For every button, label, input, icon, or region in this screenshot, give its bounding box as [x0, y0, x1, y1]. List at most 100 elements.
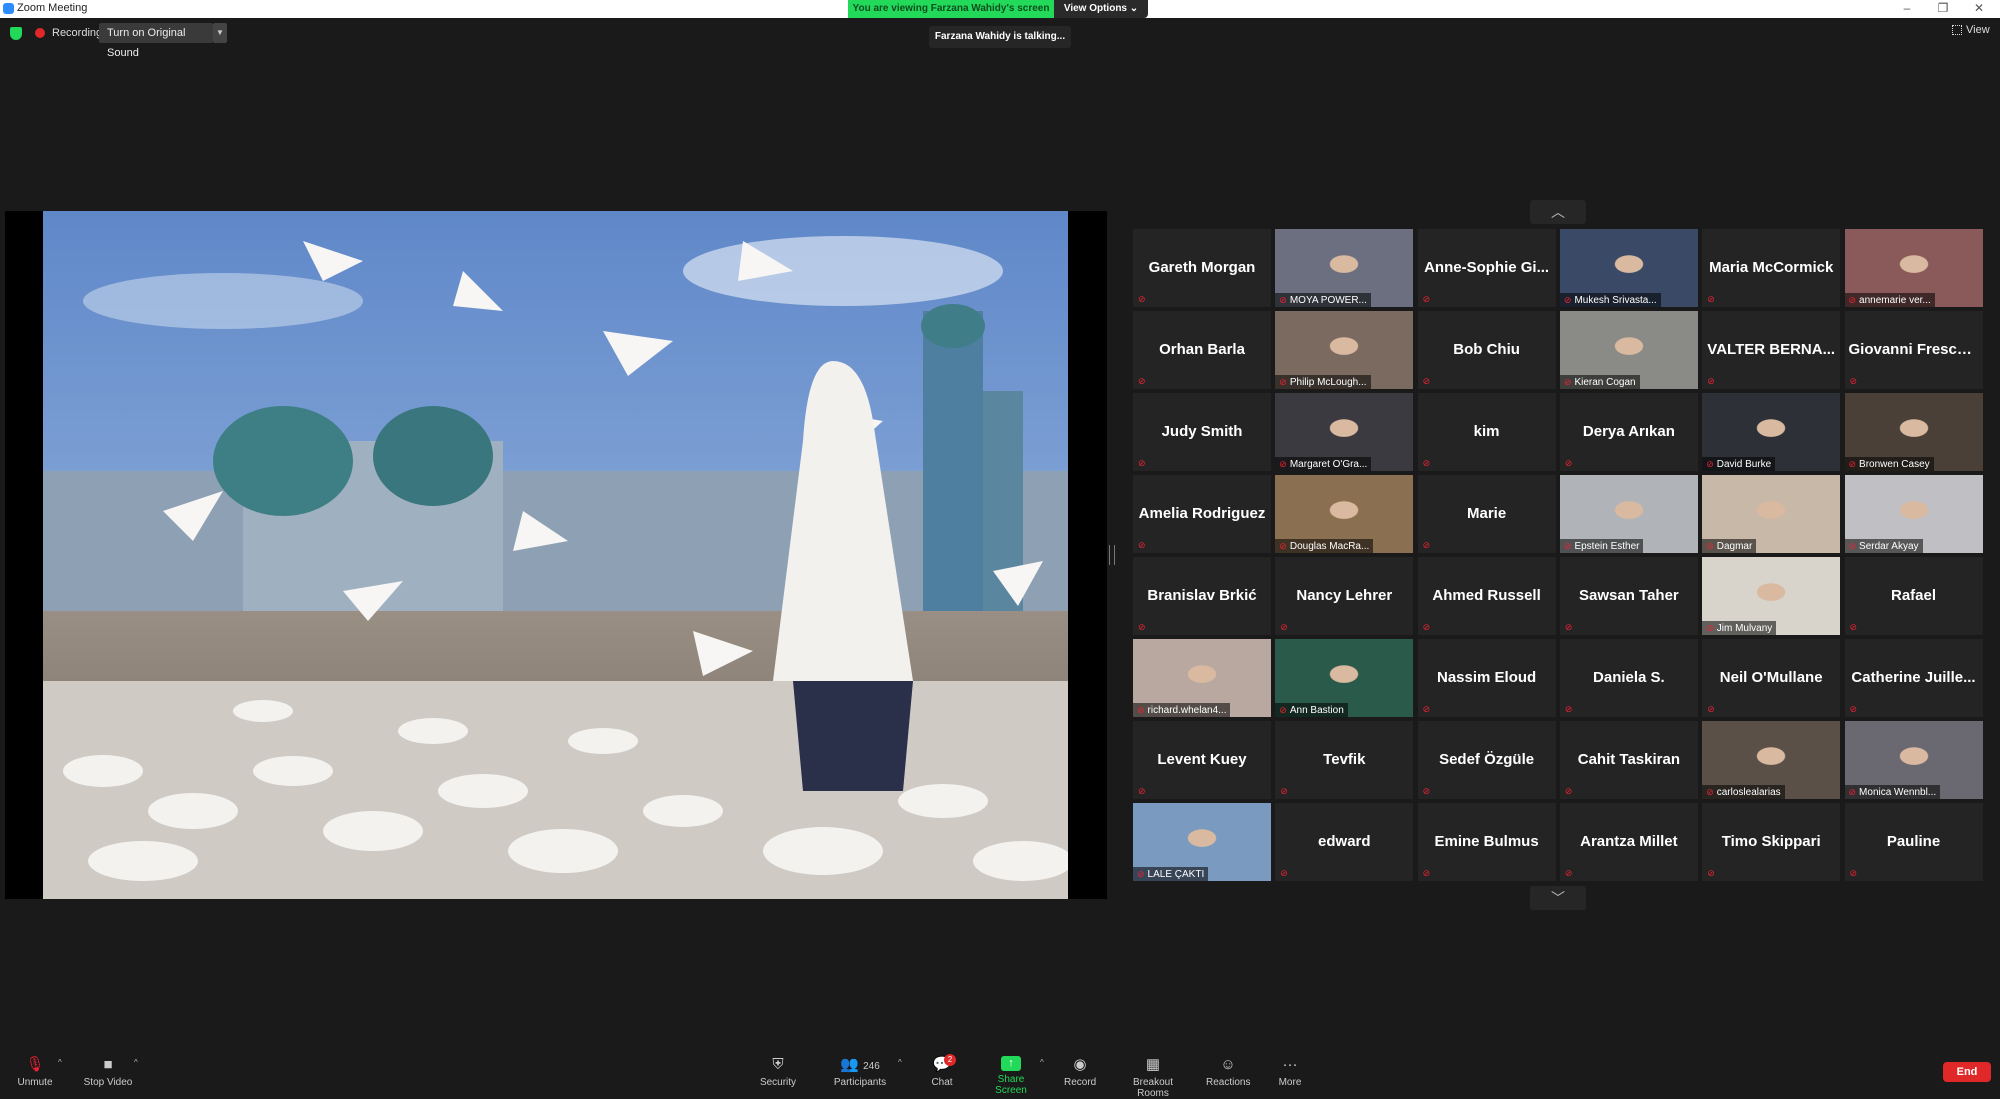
- muted-mic-icon: ⊘: [1280, 622, 1288, 632]
- muted-mic-icon: ⊘: [1706, 459, 1714, 469]
- participants-options-caret[interactable]: ^: [898, 1058, 902, 1067]
- more-button[interactable]: ··· More: [1274, 1056, 1306, 1088]
- participant-tile[interactable]: Catherine Juille... ⊘: [1844, 639, 1983, 717]
- muted-mic-icon: ⊘: [1279, 541, 1287, 551]
- end-meeting-button[interactable]: End: [1943, 1062, 1991, 1082]
- participant-tile[interactable]: Nancy Lehrer ⊘: [1275, 557, 1414, 635]
- participant-tile[interactable]: ⊘ Dagmar: [1702, 475, 1841, 553]
- encryption-shield-icon[interactable]: [10, 27, 22, 40]
- minimize-icon[interactable]: –: [1890, 0, 1924, 18]
- close-icon[interactable]: ✕: [1962, 0, 1996, 18]
- participant-tile[interactable]: ⊘ Monica Wennbl...: [1844, 721, 1983, 799]
- participant-name: Pauline: [1886, 833, 1941, 850]
- original-sound-dropdown-caret[interactable]: ▼: [213, 23, 227, 43]
- participant-tile[interactable]: Levent Kuey ⊘: [1133, 721, 1271, 799]
- participant-tile[interactable]: ⊘ MOYA POWER...: [1275, 229, 1414, 307]
- participant-tile[interactable]: Gareth Morgan ⊘: [1133, 229, 1271, 307]
- muted-mic-icon: ⊘: [1564, 622, 1573, 632]
- participant-tile[interactable]: ⊘ Mukesh Srivasta...: [1559, 229, 1698, 307]
- participant-tile[interactable]: Tevfik ⊘: [1275, 721, 1414, 799]
- participant-tile[interactable]: Nassim Eloud ⊘: [1417, 639, 1556, 717]
- participant-tile[interactable]: Orhan Barla ⊘: [1133, 311, 1271, 389]
- participants-button[interactable]: 👥 246 Participants ^: [832, 1056, 902, 1088]
- participant-name: Dagmar: [1716, 541, 1753, 552]
- participant-tile[interactable]: Pauline ⊘: [1844, 803, 1983, 881]
- participant-name: MOYA POWER...: [1289, 295, 1367, 306]
- participant-tile[interactable]: Neil O'Mullane ⊘: [1702, 639, 1841, 717]
- participant-tile[interactable]: ⊘ Serdar Akyay: [1844, 475, 1983, 553]
- view-button[interactable]: View: [1952, 24, 1990, 36]
- participant-tile[interactable]: Maria McCormick ⊘: [1702, 229, 1841, 307]
- participant-tile[interactable]: ⊘ carloslealarias: [1702, 721, 1841, 799]
- participant-tile[interactable]: Anne-Sophie Gi... ⊘: [1417, 229, 1556, 307]
- participant-tile[interactable]: Sawsan Taher ⊘: [1559, 557, 1698, 635]
- muted-mic-icon: ⊘: [1422, 540, 1431, 550]
- participant-name: LALE ÇAKTI: [1147, 869, 1205, 880]
- participant-tile[interactable]: Giovanni Frescura ⊘: [1844, 311, 1983, 389]
- chat-button[interactable]: 💬 2 Chat: [926, 1054, 958, 1088]
- share-screen-button[interactable]: ↑ Share Screen ^: [982, 1056, 1044, 1096]
- record-button[interactable]: ◉ Record: [1064, 1056, 1096, 1088]
- video-options-caret[interactable]: ^: [134, 1058, 138, 1067]
- muted-mic-icon: ⊘: [1279, 459, 1287, 469]
- participant-tile[interactable]: ⊘ Bronwen Casey: [1844, 393, 1983, 471]
- participant-tile[interactable]: kim ⊘: [1417, 393, 1556, 471]
- participant-tile[interactable]: ⊘ Ann Bastion: [1275, 639, 1414, 717]
- participant-tile[interactable]: ⊘ Epstein Esther: [1559, 475, 1698, 553]
- participant-tile[interactable]: ⊘ LALE ÇAKTI: [1133, 803, 1271, 881]
- participant-tile[interactable]: ⊘ Philip McLough...: [1275, 311, 1414, 389]
- chat-unread-badge: 2: [944, 1054, 956, 1066]
- shared-screen-area[interactable]: [5, 211, 1107, 899]
- participant-tile[interactable]: ⊘ David Burke: [1702, 393, 1841, 471]
- participant-tile[interactable]: Daniela S. ⊘: [1559, 639, 1698, 717]
- security-button[interactable]: ⛨ Security: [754, 1056, 802, 1088]
- audio-options-caret[interactable]: ^: [58, 1058, 62, 1067]
- participant-name-label: ⊘ annemarie ver...: [1844, 293, 1935, 307]
- participant-name-label: ⊘ carloslealarias: [1702, 785, 1785, 799]
- original-sound-button[interactable]: Turn on Original Sound: [99, 23, 213, 59]
- participant-name: Bob Chiu: [1453, 341, 1520, 358]
- gallery-page-up-button[interactable]: ︿: [1530, 200, 1586, 224]
- stop-video-button[interactable]: ■ Stop Video ^: [82, 1056, 138, 1088]
- participant-tile[interactable]: Judy Smith ⊘: [1133, 393, 1271, 471]
- participant-tile[interactable]: Arantza Millet ⊘: [1559, 803, 1698, 881]
- participant-tile[interactable]: Branislav Brkić ⊘: [1133, 557, 1271, 635]
- participant-name: Neil O'Mullane: [1719, 669, 1823, 686]
- participant-name: Judy Smith: [1161, 423, 1243, 440]
- muted-mic-icon: ⊘: [1564, 868, 1573, 878]
- participant-tile[interactable]: ⊘ annemarie ver...: [1844, 229, 1983, 307]
- participant-tile[interactable]: Emine Bulmus ⊘: [1417, 803, 1556, 881]
- participant-tile[interactable]: ⊘ Margaret O'Gra...: [1275, 393, 1414, 471]
- participant-tile[interactable]: Bob Chiu ⊘: [1417, 311, 1556, 389]
- muted-mic-icon: ⊘: [1422, 786, 1431, 796]
- participant-tile[interactable]: ⊘ Kieran Cogan: [1559, 311, 1698, 389]
- recording-label: Recording: [52, 27, 103, 39]
- participant-tile[interactable]: Ahmed Russell ⊘: [1417, 557, 1556, 635]
- unmute-button[interactable]: 🎙 Unmute ^: [12, 1056, 61, 1088]
- muted-mic-icon: ⊘: [1138, 376, 1146, 386]
- participant-name-label: ⊘ Douglas MacRa...: [1275, 539, 1374, 553]
- muted-mic-icon: ⊘: [1279, 377, 1287, 387]
- participant-tile[interactable]: Timo Skippari ⊘: [1702, 803, 1841, 881]
- participant-tile[interactable]: edward ⊘: [1275, 803, 1414, 881]
- participant-tile[interactable]: Amelia Rodriguez ⊘: [1133, 475, 1271, 553]
- participant-tile[interactable]: Sedef Özgüle ⊘: [1417, 721, 1556, 799]
- restore-icon[interactable]: ❐: [1926, 0, 1960, 18]
- participant-tile[interactable]: ⊘ Jim Mulvany: [1702, 557, 1841, 635]
- share-options-caret[interactable]: ^: [1040, 1058, 1044, 1067]
- participant-tile[interactable]: Marie ⊘: [1417, 475, 1556, 553]
- participant-tile[interactable]: ⊘ Douglas MacRa...: [1275, 475, 1414, 553]
- muted-mic-icon: ⊘: [1279, 295, 1287, 305]
- gallery-page-down-button[interactable]: ﹀: [1530, 886, 1586, 910]
- participant-tile[interactable]: Derya Arıkan ⊘: [1559, 393, 1698, 471]
- participant-tile[interactable]: Cahit Taskiran ⊘: [1559, 721, 1698, 799]
- panel-splitter-handle[interactable]: [1109, 545, 1115, 565]
- participant-tile[interactable]: ⊘ richard.whelan4...: [1133, 639, 1271, 717]
- reactions-button[interactable]: ☺ Reactions: [1206, 1056, 1250, 1088]
- muted-mic-icon: ⊘: [1564, 786, 1573, 796]
- participant-tile[interactable]: VALTER BERNA... ⊘: [1702, 311, 1841, 389]
- participant-name: Kieran Cogan: [1574, 377, 1636, 388]
- participant-tile[interactable]: Rafael ⊘: [1844, 557, 1983, 635]
- participant-gallery: Gareth Morgan ⊘ ⊘ MOYA POWER... Anne-Sophie …: [1133, 229, 1983, 881]
- view-options-button[interactable]: View Options ⌄: [1054, 0, 1148, 18]
